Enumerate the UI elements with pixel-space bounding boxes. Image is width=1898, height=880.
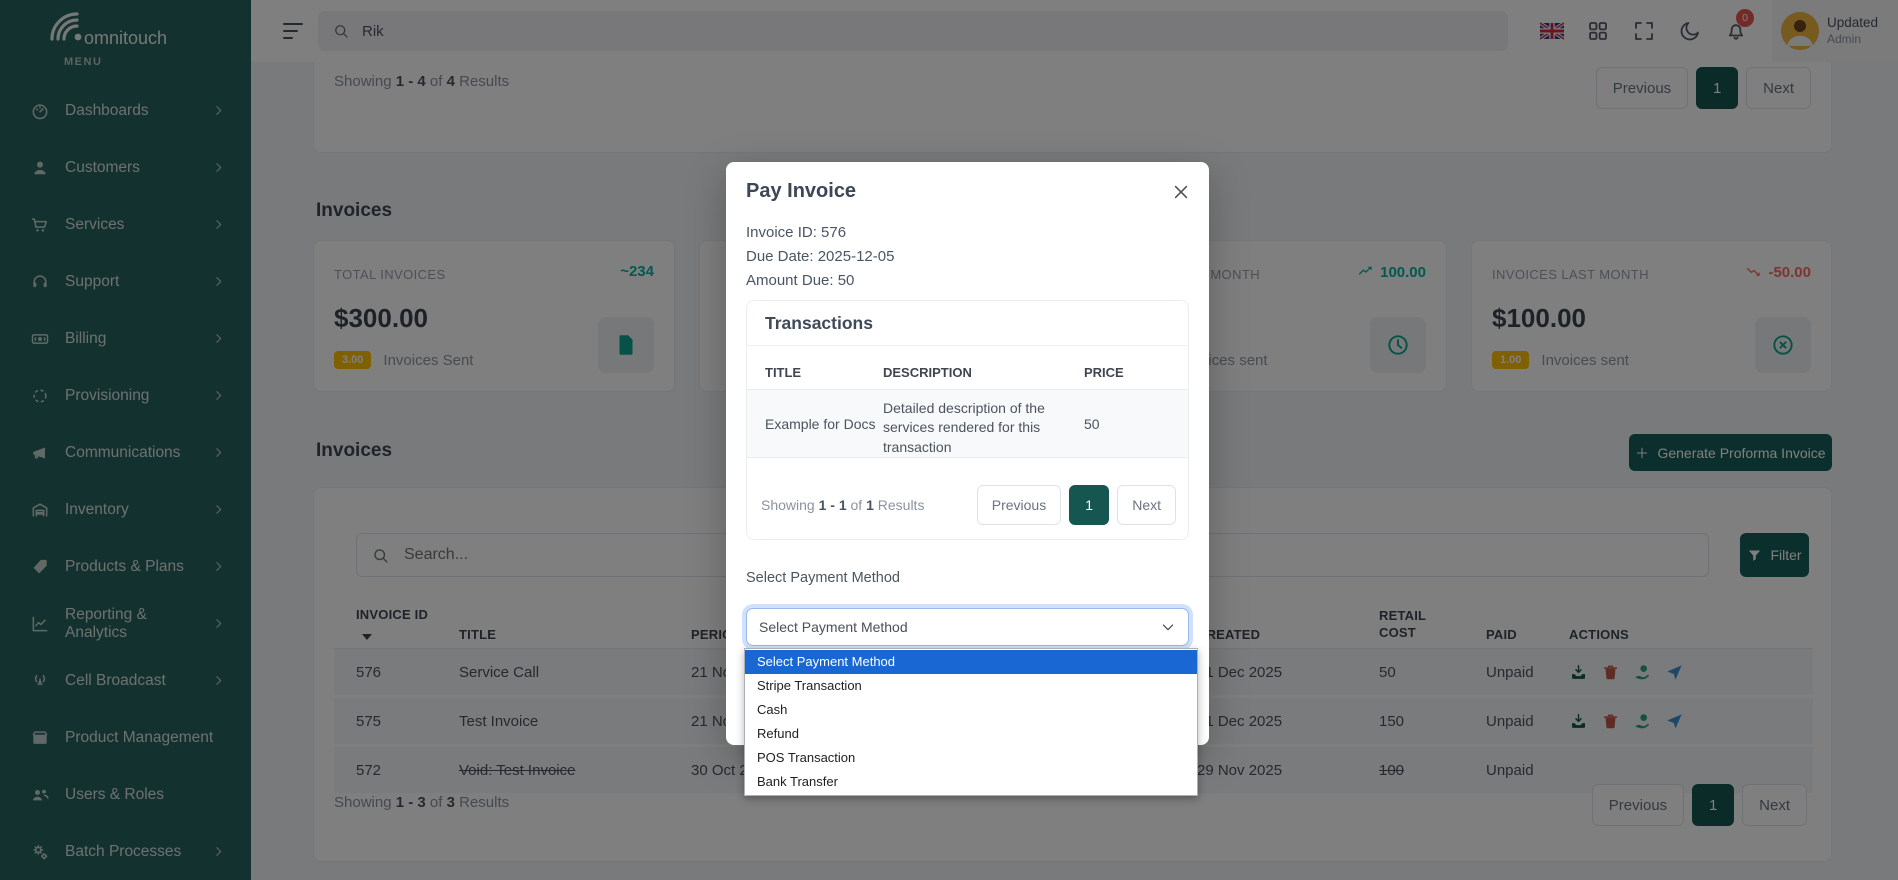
divider	[747, 345, 1188, 346]
payment-method-label: Select Payment Method	[746, 570, 900, 586]
current-page-button[interactable]: 1	[1069, 485, 1109, 525]
close-icon[interactable]	[1171, 182, 1191, 202]
payment-option[interactable]: Stripe Transaction	[745, 674, 1197, 698]
cell-description: Detailed description of the services ren…	[883, 399, 1051, 457]
modal-title: Pay Invoice	[746, 180, 856, 203]
payment-option[interactable]: Bank Transfer	[745, 770, 1197, 794]
chevron-down-icon	[1160, 619, 1176, 635]
app-screen: omnitouch MENU Dashboards Customers Serv…	[0, 0, 1898, 880]
payment-option[interactable]: POS Transaction	[745, 746, 1197, 770]
invoice-id-text: Invoice ID: 576	[746, 224, 846, 241]
payment-option[interactable]: Cash	[745, 698, 1197, 722]
transaction-row[interactable]: Example for Docs Detailed description of…	[747, 389, 1188, 458]
column-title: TITLE	[765, 365, 801, 380]
results-summary: Showing 1 - 1 of 1 Results	[761, 497, 924, 513]
next-page-button[interactable]: Next	[1117, 485, 1176, 525]
amount-due-text: Amount Due: 50	[746, 272, 854, 289]
payment-method-select[interactable]: Select Payment Method	[746, 608, 1189, 646]
payment-method-dropdown: Select Payment Method Stripe Transaction…	[744, 648, 1198, 796]
transactions-card: Transactions TITLE DESCRIPTION PRICE Exa…	[746, 300, 1189, 540]
selected-payment-method: Select Payment Method	[759, 619, 908, 635]
transactions-title: Transactions	[765, 313, 873, 334]
due-date-text: Due Date: 2025-12-05	[746, 248, 894, 265]
cell-title: Example for Docs	[765, 416, 875, 432]
column-description: DESCRIPTION	[883, 365, 972, 380]
payment-option[interactable]: Select Payment Method	[745, 650, 1197, 674]
column-price: PRICE	[1084, 365, 1124, 380]
payment-option[interactable]: Refund	[745, 722, 1197, 746]
cell-price: 50	[1084, 416, 1100, 432]
previous-page-button[interactable]: Previous	[977, 485, 1061, 525]
pagination-transactions: Previous 1 Next	[977, 485, 1176, 525]
